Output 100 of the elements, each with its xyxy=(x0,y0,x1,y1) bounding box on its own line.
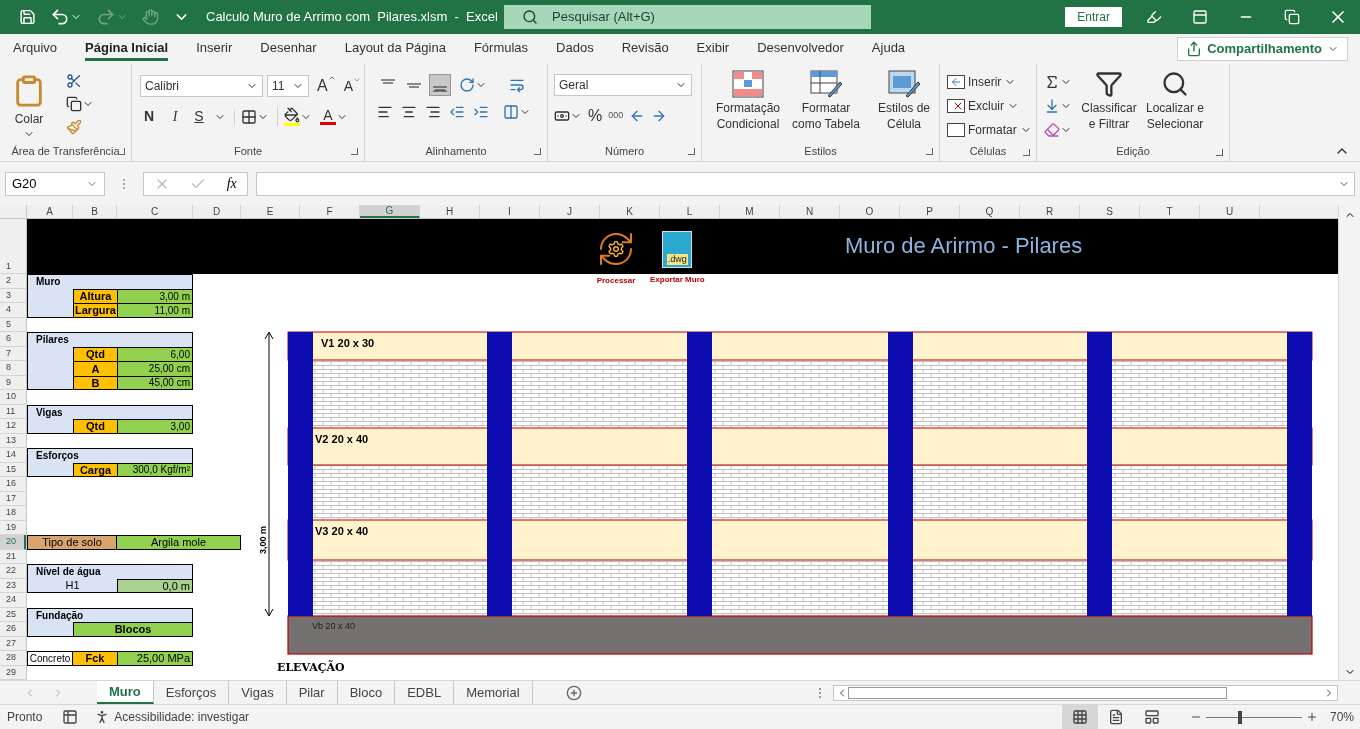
column-header[interactable]: R xyxy=(1020,205,1080,218)
column-header[interactable]: P xyxy=(900,205,960,218)
cells-button[interactable]: Excluir xyxy=(944,94,1035,118)
dialog-launcher-icon[interactable] xyxy=(688,148,695,155)
undo-icon[interactable] xyxy=(50,7,70,27)
currency-icon[interactable] xyxy=(554,108,570,124)
indent-decrease-icon[interactable] xyxy=(449,104,465,120)
vertical-align-button[interactable] xyxy=(429,74,451,96)
menu-tab[interactable]: Revisão xyxy=(621,37,669,61)
share-button[interactable]: Compartilhamento xyxy=(1177,37,1348,61)
orientation-icon[interactable] xyxy=(459,77,475,93)
menu-tab[interactable]: Exibir xyxy=(696,37,730,61)
row-header[interactable]: 24 xyxy=(0,593,26,608)
zoom-level[interactable]: 70% xyxy=(1329,708,1354,726)
column-header[interactable]: C xyxy=(117,205,193,218)
save-icon[interactable] xyxy=(19,7,36,27)
restore-icon[interactable] xyxy=(1284,9,1300,25)
menu-tab[interactable]: Dados xyxy=(556,37,594,61)
column-header[interactable]: K xyxy=(600,205,660,218)
column-header[interactable]: G xyxy=(360,205,420,218)
row-header[interactable]: 5 xyxy=(0,317,26,332)
merge-cells-icon[interactable] xyxy=(503,104,519,120)
highlighter-icon[interactable] xyxy=(1146,9,1162,25)
row-header[interactable]: 13 xyxy=(0,433,26,448)
align-center-icon[interactable] xyxy=(401,104,417,120)
editing-button[interactable]: Classificar e Filtrar xyxy=(1077,70,1141,142)
sign-in-button[interactable]: Entrar xyxy=(1065,7,1122,27)
choice-value[interactable]: Argila mole xyxy=(117,535,241,550)
view-button[interactable] xyxy=(1061,704,1098,729)
menu-tab[interactable]: Layout da Página xyxy=(344,37,446,61)
zoom-in-icon[interactable] xyxy=(1305,711,1318,723)
column-header[interactable]: N xyxy=(780,205,840,218)
cells-button[interactable]: Inserir xyxy=(944,70,1035,94)
row-header[interactable]: 8 xyxy=(0,361,26,376)
row-header[interactable]: 12 xyxy=(0,419,26,434)
column-header[interactable]: B xyxy=(73,205,117,218)
dialog-launcher-icon[interactable] xyxy=(1216,149,1223,156)
row-header[interactable]: 22 xyxy=(0,564,26,579)
column-header[interactable]: H xyxy=(420,205,480,218)
editing-button[interactable]: Localizar e Selecionar xyxy=(1143,70,1207,142)
dialog-launcher-icon[interactable] xyxy=(926,148,933,155)
bold-button[interactable]: N xyxy=(140,106,158,127)
italic-button[interactable]: I xyxy=(166,106,184,127)
column-header[interactable]: L xyxy=(660,205,720,218)
row-header[interactable]: 3 xyxy=(0,288,26,303)
row-header[interactable]: 20 xyxy=(0,535,26,550)
row-header[interactable]: 26 xyxy=(0,622,26,637)
eraser-icon[interactable] xyxy=(1044,122,1060,138)
sum-icon[interactable] xyxy=(1044,74,1060,90)
dialog-launcher-icon[interactable] xyxy=(118,148,125,155)
accessibility-status[interactable]: Acessibilidade: investigar xyxy=(114,708,250,726)
styles-button[interactable]: Formatação Condicional xyxy=(710,70,786,132)
horizontal-scrollbar[interactable] xyxy=(833,684,1338,701)
cells-button[interactable]: Formatar xyxy=(944,118,1035,142)
insert-function-button[interactable]: fx xyxy=(226,173,237,194)
font-color-button[interactable]: A xyxy=(320,108,336,125)
column-header[interactable]: U xyxy=(1200,205,1260,218)
row-header[interactable]: 1 xyxy=(0,219,26,274)
scissors-icon[interactable] xyxy=(66,73,82,89)
column-header[interactable]: S xyxy=(1080,205,1140,218)
dialog-launcher-icon[interactable] xyxy=(534,148,541,155)
column-header[interactable]: T xyxy=(1140,205,1200,218)
menu-tab[interactable]: Inserir xyxy=(196,37,233,61)
row-header[interactable]: 28 xyxy=(0,651,26,666)
process-button[interactable]: Processar xyxy=(596,229,636,287)
row-header[interactable]: 18 xyxy=(0,506,26,521)
row-header[interactable]: 23 xyxy=(0,578,26,593)
row-header[interactable]: 6 xyxy=(0,332,26,347)
row-header[interactable]: 4 xyxy=(0,303,26,318)
font-size-field[interactable]: 11 xyxy=(267,75,309,97)
row-header[interactable]: 10 xyxy=(0,390,26,405)
row-header[interactable]: 7 xyxy=(0,346,26,361)
fill-color-icon[interactable] xyxy=(284,107,300,123)
underline-button[interactable]: S xyxy=(192,106,206,127)
styles-button[interactable]: Formatar como Tabela xyxy=(788,70,864,132)
paste-button[interactable]: Colar xyxy=(4,70,54,140)
search-field[interactable]: Pesquisar (Alt+G) xyxy=(504,5,871,29)
column-header[interactable]: J xyxy=(540,205,600,218)
percent-button[interactable]: % xyxy=(588,104,603,128)
number-format-field[interactable]: Geral xyxy=(554,74,692,96)
borders-icon[interactable] xyxy=(241,108,257,125)
column-header[interactable]: E xyxy=(241,205,300,218)
row-header[interactable]: 14 xyxy=(0,448,26,463)
row-header[interactable]: 21 xyxy=(0,549,26,564)
name-box[interactable]: G20 xyxy=(5,171,105,196)
grow-font-button[interactable]: A xyxy=(317,74,336,98)
align-right-icon[interactable] xyxy=(425,104,441,120)
ribbon-display-icon[interactable] xyxy=(1192,9,1208,25)
dialog-launcher-icon[interactable] xyxy=(1023,149,1030,156)
row-header[interactable]: 2 xyxy=(0,274,26,289)
paintbrush-icon[interactable] xyxy=(66,119,82,135)
menu-tab[interactable]: Arquivo xyxy=(13,37,58,61)
zoom-thumb[interactable] xyxy=(1237,710,1242,724)
font-name-field[interactable]: Calibri xyxy=(140,75,263,97)
export-button[interactable]: .dwg Exportar Muro xyxy=(650,229,705,286)
row-header[interactable]: 27 xyxy=(0,636,26,651)
align-left-icon[interactable] xyxy=(377,104,393,120)
row-header[interactable]: 17 xyxy=(0,491,26,506)
menu-tab[interactable]: Desenhar xyxy=(260,37,317,61)
row-header[interactable]: 9 xyxy=(0,375,26,390)
